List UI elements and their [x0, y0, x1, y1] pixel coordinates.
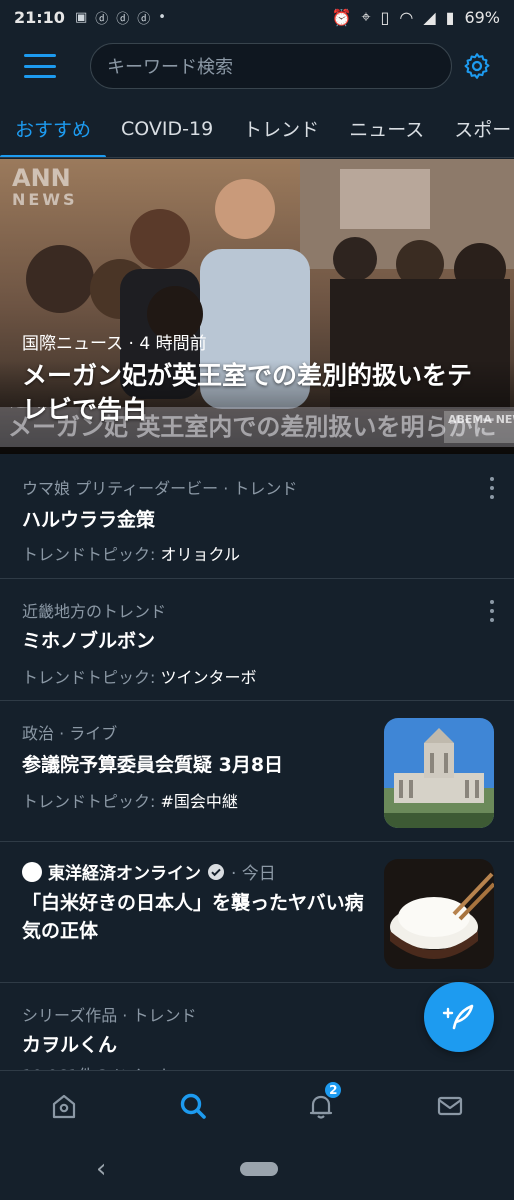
trend-topic-value: オリョクル [160, 545, 241, 564]
tab-recommended[interactable]: おすすめ [0, 100, 107, 157]
compose-tweet-icon [442, 1004, 474, 1030]
messages-mail-icon [437, 1096, 462, 1115]
news-item[interactable]: 東洋経済オンライン · 今日 「白米好きの日本人」を襲ったヤバい病気の正体 [0, 843, 514, 983]
bottom-navigation: 2 [0, 1070, 514, 1140]
news-source: 東洋経済オンライン [48, 864, 201, 884]
trend-topic: トレンドトピック: ツインターボ [22, 664, 257, 688]
settings-gear-icon[interactable] [462, 51, 492, 81]
news-source-row: 東洋経済オンライン · 今日 [22, 859, 276, 884]
system-navigation-bar: ‹ [0, 1140, 514, 1200]
trend-headline: ハルウララ金策 [22, 509, 156, 531]
wifi-icon: ◠ [399, 7, 414, 27]
compose-tweet-button[interactable] [424, 982, 494, 1052]
verified-icon [208, 863, 224, 880]
vibrate-icon: ▯ [380, 7, 390, 27]
watermark-top: ANN [12, 164, 71, 192]
tab-trends[interactable]: トレンド [228, 100, 334, 157]
nav-search[interactable] [163, 1076, 223, 1136]
app-notification-icon: ⓓ [95, 11, 109, 27]
trend-item[interactable]: ウマ娘 プリティーダービー · トレンド ハルウララ金策 トレンドトピック: オ… [0, 457, 514, 579]
trend-category: 近畿地方のトレンド [22, 602, 167, 621]
back-chevron-icon[interactable]: ‹ [96, 1154, 106, 1184]
tab-news[interactable]: ニュース [334, 100, 439, 157]
app-notification-icon: ⓓ [137, 11, 151, 27]
trend-topic: トレンドトピック: #国会中継 [22, 788, 238, 812]
trend-category: シリーズ作品 · トレンド [22, 1006, 197, 1025]
source-avatar [22, 861, 42, 882]
menu-icon[interactable] [24, 54, 56, 78]
tab-covid19[interactable]: COVID-19 [106, 100, 228, 157]
watermark-bottom: NEWS [12, 190, 78, 209]
hero-title: メーガン妃が英王室での差別的扱いをテレビで告白 [22, 361, 473, 424]
battery-level: 69% [464, 7, 500, 27]
dot-icon: • [158, 9, 166, 25]
status-time: 21:10 [14, 7, 65, 27]
status-bar: 21:10 ▣ ⓓ ⓓ ⓓ • ⏰ ⌖ ▯ ◠ ◢ ▮ 69% [0, 0, 514, 34]
diet-building-thumbnail [384, 718, 494, 828]
notification-icons: ▣ ⓓ ⓓ ⓓ • [75, 8, 166, 27]
trend-topic-label: トレンドトピック: [22, 792, 156, 811]
nav-home[interactable] [34, 1076, 94, 1136]
hero-news-card[interactable]: ANN NEWS 国際ニュース · 4 時間前 速 報 メーガン妃 英王室内での… [0, 159, 514, 454]
trend-category: 政治 · ライブ [22, 724, 118, 743]
battery-icon: ▮ [445, 7, 455, 27]
news-time: · 今日 [231, 864, 276, 884]
trend-headline: カヲルくん [22, 1034, 118, 1056]
hero-meta: 国際ニュース · 4 時間前 [22, 334, 207, 354]
more-options-icon[interactable] [490, 477, 496, 499]
home-icon [53, 1094, 76, 1118]
news-headline: 「白米好きの日本人」を襲ったヤバい病気の正体 [22, 892, 364, 942]
alarm-icon: ⏰ [331, 7, 352, 27]
notification-count-badge: 2 [323, 1079, 344, 1100]
search-icon [180, 1093, 206, 1119]
location-icon: ⌖ [361, 7, 371, 26]
trend-topic: トレンドトピック: オリョクル [22, 541, 240, 565]
app-notification-icon: ▣ [74, 9, 88, 25]
trend-category: ウマ娘 プリティーダービー · トレンド [22, 479, 298, 498]
ann-news-watermark: ANN NEWS [12, 164, 78, 211]
rice-bowl-thumbnail [384, 859, 494, 969]
search-placeholder: キーワード検索 [107, 57, 233, 78]
app-notification-icon: ⓓ [116, 11, 130, 27]
system-icons: ⏰ ⌖ ▯ ◠ ◢ ▮ 69% [332, 7, 500, 27]
trend-topic-label: トレンドトピック: [22, 545, 156, 564]
trend-topic-label: トレンドトピック: [22, 668, 156, 687]
explore-tabs: おすすめ COVID-19 トレンド ニュース スポー [0, 100, 514, 158]
trend-headline: ミホノブルボン [22, 630, 156, 652]
nav-notifications[interactable]: 2 [291, 1076, 351, 1136]
signal-icon: ◢ [423, 7, 436, 27]
trend-topic-value: #国会中継 [160, 792, 238, 811]
tab-sports[interactable]: スポー [439, 100, 514, 157]
trend-headline: 参議院予算委員会質疑 3月8日 [22, 754, 284, 776]
trend-item[interactable]: 近畿地方のトレンド ミホノブルボン トレンドトピック: ツインターボ [0, 580, 514, 701]
search-input[interactable]: キーワード検索 [90, 43, 452, 89]
trend-item[interactable]: 政治 · ライブ 参議院予算委員会質疑 3月8日 トレンドトピック: #国会中継 [0, 702, 514, 842]
trend-topic-value: ツインターボ [160, 668, 257, 687]
top-bar: キーワード検索 [0, 34, 514, 98]
home-gesture-pill[interactable] [240, 1162, 278, 1176]
more-options-icon[interactable] [490, 600, 496, 622]
nav-messages[interactable] [420, 1076, 480, 1136]
